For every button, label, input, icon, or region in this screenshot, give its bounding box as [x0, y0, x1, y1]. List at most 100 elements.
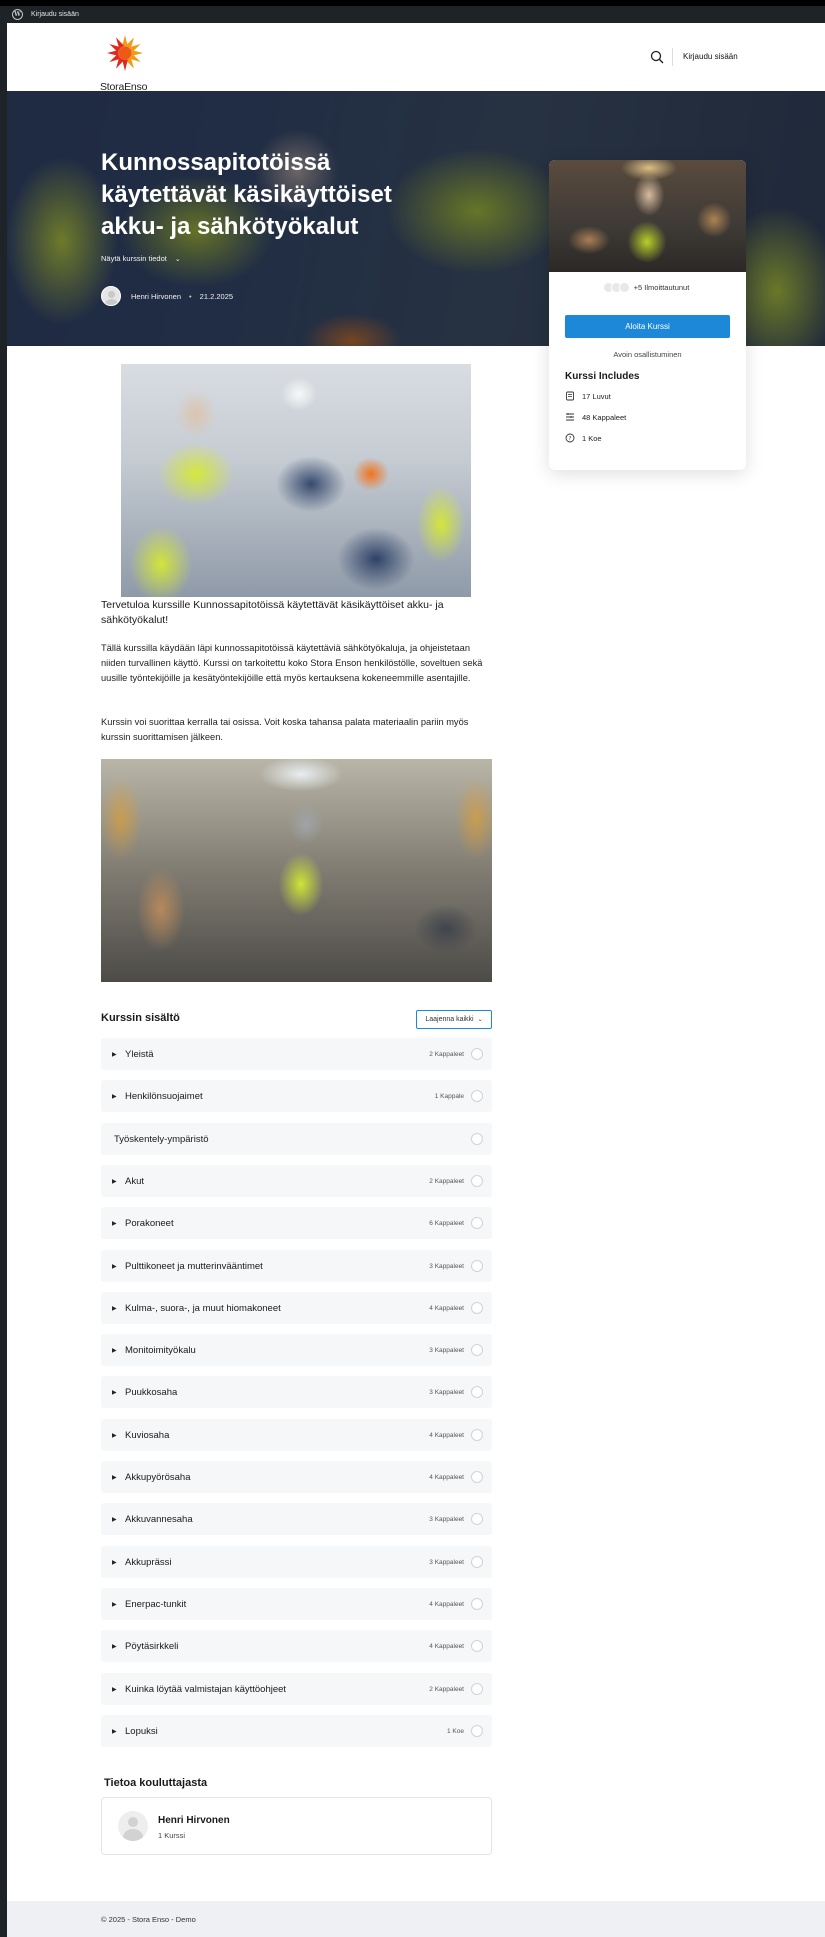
includes-lessons-label: 48 Kappaleet: [582, 412, 627, 422]
admin-login-link[interactable]: Kirjaudu sisään: [31, 11, 79, 18]
section-lesson-count: 4 Kappaleet: [429, 1431, 464, 1439]
section-lesson-count: 2 Kappaleet: [429, 1177, 464, 1185]
section-progress-icon: [471, 1556, 483, 1568]
expand-arrow-icon[interactable]: ▶: [112, 1178, 118, 1185]
wordpress-logo-icon[interactable]: W: [12, 9, 23, 20]
course-section-row[interactable]: ▶ Puukkosaha 3 Kappaleet: [101, 1376, 492, 1408]
site-footer: © 2025 - Stora Enso - Demo: [7, 1901, 825, 1937]
expand-arrow-icon[interactable]: ▶: [112, 1093, 118, 1100]
expand-arrow-icon[interactable]: ▶: [112, 1347, 118, 1354]
section-name[interactable]: Akut: [125, 1176, 429, 1187]
includes-item-chapters: 17 Luvut: [565, 391, 611, 401]
section-name[interactable]: Pöytäsirkkeli: [125, 1641, 429, 1652]
course-sidebar-card: +5 Ilmoittautunut Aloita Kurssi Avoin os…: [549, 160, 746, 470]
expand-all-button[interactable]: Laajenna kaikki ⌄: [416, 1010, 492, 1029]
course-thumbnail: [549, 160, 746, 272]
section-name[interactable]: Porakoneet: [125, 1218, 429, 1229]
includes-item-lessons: 48 Kappaleet: [565, 412, 626, 422]
section-progress-icon: [471, 1048, 483, 1060]
section-progress-icon: [471, 1598, 483, 1610]
course-section-row[interactable]: ▶ Porakoneet 6 Kappaleet: [101, 1207, 492, 1239]
section-lesson-count: 1 Koe: [447, 1727, 464, 1735]
expand-arrow-icon[interactable]: ▶: [112, 1643, 118, 1650]
instructor-course-count: 1 Kurssi: [158, 1831, 186, 1840]
section-name[interactable]: Työskentely-ympäristö: [114, 1134, 464, 1145]
section-progress-icon: [471, 1260, 483, 1272]
section-lesson-count: 1 Kappale: [434, 1092, 464, 1100]
section-name[interactable]: Enerpac-tunkit: [125, 1599, 429, 1610]
quiz-icon: ?: [565, 433, 575, 443]
expand-arrow-icon[interactable]: ▶: [112, 1728, 118, 1735]
section-name[interactable]: Kulma-, suora-, ja muut hiomakoneet: [125, 1303, 429, 1314]
section-lesson-count: 6 Kappaleet: [429, 1219, 464, 1227]
section-progress-icon: [471, 1090, 483, 1102]
author-name[interactable]: Henri Hirvonen: [131, 292, 181, 301]
section-name[interactable]: Henkilönsuojaimet: [125, 1091, 435, 1102]
warehouse-worker-image: [101, 759, 492, 982]
section-name[interactable]: Puukkosaha: [125, 1387, 429, 1398]
site-header: StoraEnso Kirjaudu sisään: [7, 23, 825, 93]
section-name[interactable]: Monitoimityökalu: [125, 1345, 429, 1356]
course-section-row[interactable]: ▶ Akkuprässi 3 Kappaleet: [101, 1546, 492, 1578]
course-section-row[interactable]: ▶ Enerpac-tunkit 4 Kappaleet: [101, 1588, 492, 1620]
instructor-card[interactable]: Henri Hirvonen 1 Kurssi: [101, 1797, 492, 1855]
course-section-row[interactable]: ▶ Henkilönsuojaimet 1 Kappale: [101, 1080, 492, 1112]
section-progress-icon: [471, 1302, 483, 1314]
course-section-row[interactable]: Työskentely-ympäristö: [101, 1123, 492, 1155]
search-icon[interactable]: [650, 50, 664, 64]
header-login-link[interactable]: Kirjaudu sisään: [683, 52, 738, 61]
sun-logo-icon: [106, 34, 144, 72]
course-details-toggle[interactable]: Näytä kurssin tiedot ⌄: [101, 254, 181, 263]
expand-arrow-icon[interactable]: ▶: [112, 1263, 118, 1270]
section-name[interactable]: Akkuprässi: [125, 1557, 429, 1568]
course-section-row[interactable]: ▶ Akkupyörösaha 4 Kappaleet: [101, 1461, 492, 1493]
author-avatar[interactable]: [101, 286, 121, 306]
expand-arrow-icon[interactable]: ▶: [112, 1686, 118, 1693]
expand-arrow-icon[interactable]: ▶: [112, 1474, 118, 1481]
section-name[interactable]: Yleistä: [125, 1049, 429, 1060]
includes-item-quiz: ? 1 Koe: [565, 433, 602, 443]
course-section-row[interactable]: ▶ Kuviosaha 4 Kappaleet: [101, 1419, 492, 1451]
course-details-label: Näytä kurssin tiedot: [101, 254, 167, 263]
course-section-row[interactable]: ▶ Lopuksi 1 Koe: [101, 1715, 492, 1747]
book-icon: [566, 391, 574, 401]
expand-arrow-icon[interactable]: ▶: [112, 1220, 118, 1227]
course-description-paragraph: Kurssin voi suorittaa kerralla tai osiss…: [101, 717, 469, 742]
course-description-paragraph: Tällä kurssilla käydään läpi kunnossapit…: [101, 643, 483, 683]
expand-arrow-icon[interactable]: ▶: [112, 1389, 118, 1396]
svg-text:?: ?: [569, 436, 572, 442]
header-divider: [672, 48, 673, 66]
section-lesson-count: 3 Kappaleet: [429, 1515, 464, 1523]
section-name[interactable]: Akkuvannesaha: [125, 1514, 429, 1525]
section-name[interactable]: Pulttikoneet ja mutterinvääntimet: [125, 1261, 429, 1272]
section-lesson-count: 2 Kappaleet: [429, 1685, 464, 1693]
open-enrollment-label: Avoin osallistuminen: [613, 350, 682, 359]
instructor-section-title: Tietoa kouluttajasta: [104, 1777, 208, 1789]
course-section-row[interactable]: ▶ Kuinka löytää valmistajan käyttöohjeet 2…: [101, 1673, 492, 1705]
expand-arrow-icon[interactable]: ▶: [112, 1516, 118, 1523]
workers-group-image: [121, 364, 471, 597]
section-name[interactable]: Akkupyörösaha: [125, 1472, 429, 1483]
section-progress-icon: [471, 1429, 483, 1441]
expand-arrow-icon[interactable]: ▶: [112, 1601, 118, 1608]
instructor-name[interactable]: Henri Hirvonen: [158, 1815, 230, 1826]
section-progress-icon: [471, 1386, 483, 1398]
course-section-row[interactable]: ▶ Pulttikoneet ja mutterinvääntimet 3 Kapp…: [101, 1250, 492, 1282]
start-course-button[interactable]: Aloita Kurssi: [565, 315, 730, 338]
footer-copyright: © 2025 - Stora Enso - Demo: [101, 1915, 196, 1924]
section-name[interactable]: Lopuksi: [125, 1726, 447, 1737]
expand-arrow-icon[interactable]: ▶: [112, 1432, 118, 1439]
expand-arrow-icon[interactable]: ▶: [112, 1559, 118, 1566]
course-section-row[interactable]: ▶ Yleistä 2 Kappaleet: [101, 1038, 492, 1070]
course-section-row[interactable]: ▶ Pöytäsirkkeli 4 Kappaleet: [101, 1630, 492, 1662]
section-name[interactable]: Kuviosaha: [125, 1430, 429, 1441]
expand-arrow-icon[interactable]: ▶: [112, 1051, 118, 1058]
course-section-row[interactable]: ▶ Akkuvannesaha 3 Kappaleet: [101, 1503, 492, 1535]
section-name[interactable]: Kuinka löytää valmistajan käyttöohjeet: [125, 1684, 429, 1695]
section-progress-icon: [471, 1217, 483, 1229]
course-section-row[interactable]: ▶ Monitoimityökalu 3 Kappaleet: [101, 1334, 492, 1366]
course-section-row[interactable]: ▶ Akut 2 Kappaleet: [101, 1165, 492, 1197]
course-date: 21.2.2025: [199, 291, 234, 301]
course-section-row[interactable]: ▶ Kulma-, suora-, ja muut hiomakoneet 4 Ka…: [101, 1292, 492, 1324]
expand-arrow-icon[interactable]: ▶: [112, 1305, 118, 1312]
